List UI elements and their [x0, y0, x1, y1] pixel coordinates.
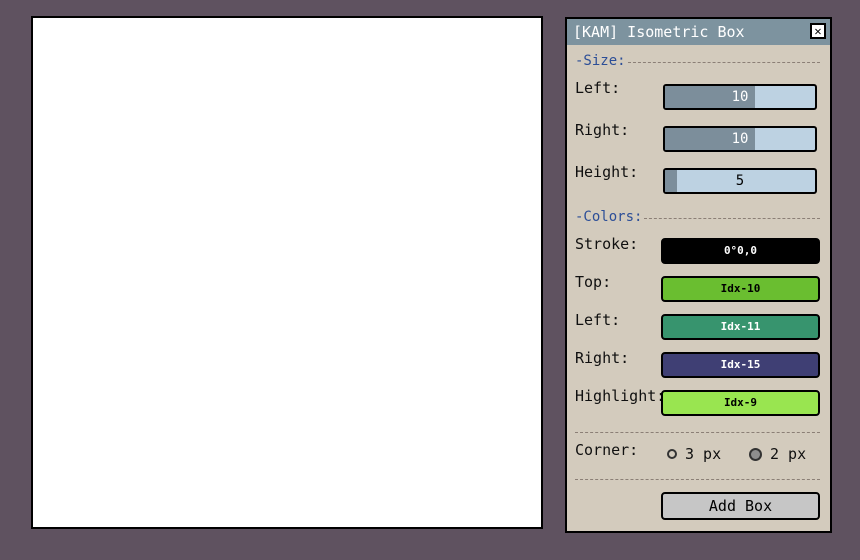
corner-option-3px[interactable]: 3 px — [667, 445, 721, 463]
radio-selected-icon — [749, 447, 762, 461]
right-color-button[interactable]: Idx-15 — [661, 352, 820, 378]
colors-section-header: -Colors: — [575, 209, 820, 225]
size-section-title: -Size: — [575, 53, 626, 69]
colors-section-title: -Colors: — [575, 209, 643, 225]
highlight-color-label: Highlight: — [575, 387, 666, 405]
close-icon: ✕ — [814, 24, 822, 38]
right-size-label: Right: — [575, 121, 630, 139]
corner-divider-bottom — [575, 479, 820, 480]
dialog-title: [KAM] Isometric Box — [573, 23, 745, 41]
stroke-color-label: Stroke: — [575, 235, 639, 253]
highlight-color-value: Idx-9 — [723, 396, 758, 409]
top-color-value: Idx-10 — [720, 282, 761, 295]
corner-option-2px-label: 2 px — [770, 445, 807, 463]
right-color-label: Right: — [575, 349, 630, 367]
colors-section-divider — [644, 217, 820, 219]
close-button[interactable]: ✕ — [810, 23, 826, 39]
height-value: 5 — [735, 173, 745, 189]
top-color-label: Top: — [575, 273, 612, 291]
left-color-label: Left: — [575, 311, 621, 329]
size-section-divider — [627, 61, 820, 63]
left-color-value: Idx-11 — [720, 320, 761, 333]
left-size-slider[interactable]: 10 — [663, 84, 817, 110]
dialog-titlebar[interactable]: [KAM] Isometric Box ✕ — [567, 19, 830, 45]
height-label: Height: — [575, 163, 639, 181]
radio-icon — [667, 449, 677, 459]
right-size-slider[interactable]: 10 — [663, 126, 817, 152]
corner-divider-top — [575, 432, 820, 433]
add-box-button[interactable]: Add Box — [661, 492, 820, 520]
corner-option-2px[interactable]: 2 px — [749, 445, 806, 463]
stroke-color-value: 0°0,0 — [723, 244, 758, 257]
size-section-header: -Size: — [575, 53, 820, 69]
isometric-box-dialog: [KAM] Isometric Box ✕ -Size: Left: 10 Ri… — [565, 17, 832, 533]
top-color-button[interactable]: Idx-10 — [661, 276, 820, 302]
left-color-button[interactable]: Idx-11 — [661, 314, 820, 340]
corner-option-3px-label: 3 px — [685, 445, 722, 463]
right-color-value: Idx-15 — [720, 358, 761, 371]
left-size-value: 10 — [731, 89, 749, 105]
left-size-label: Left: — [575, 79, 621, 97]
height-slider[interactable]: 5 — [663, 168, 817, 194]
highlight-color-button[interactable]: Idx-9 — [661, 390, 820, 416]
add-box-label: Add Box — [708, 497, 773, 515]
stroke-color-button[interactable]: 0°0,0 — [661, 238, 820, 264]
sprite-canvas[interactable] — [31, 16, 543, 529]
corner-label: Corner: — [575, 441, 639, 459]
right-size-value: 10 — [731, 131, 749, 147]
